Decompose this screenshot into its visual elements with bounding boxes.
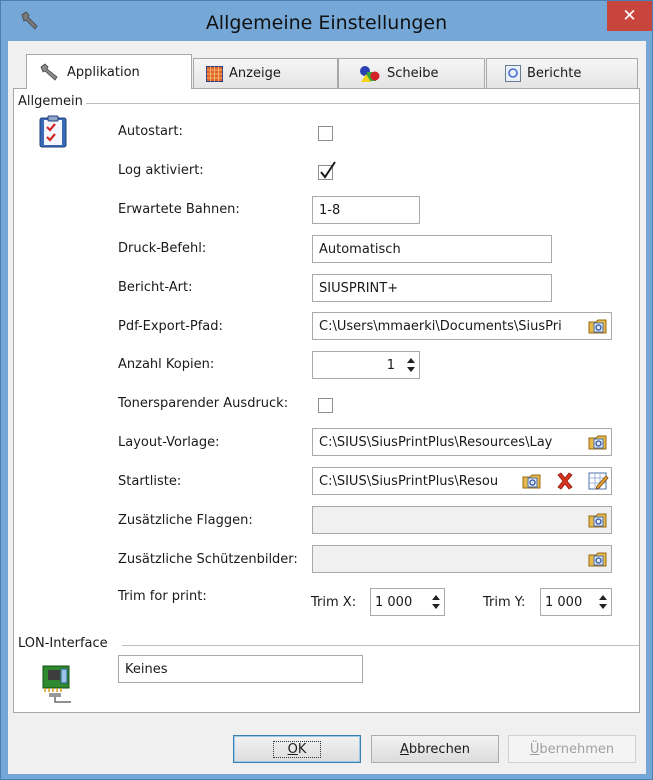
tab-panel-applikation: Allgemein Autostart: Log aktiviert: Erwa… — [13, 88, 640, 713]
report-icon — [505, 65, 521, 82]
trim-y-spinner[interactable]: 1 000 — [540, 588, 612, 616]
spinner-arrows-icon[interactable] — [431, 592, 441, 612]
network-card-icon — [42, 665, 71, 703]
kopien-label: Anzahl Kopien: — [118, 357, 215, 372]
kopien-value: 1 — [386, 357, 395, 373]
edit-table-icon[interactable] — [587, 470, 609, 492]
startliste-value: C:\SIUS\SiusPrintPlus\Resou — [319, 473, 499, 489]
trim-y-label: Trim Y: — [483, 595, 526, 610]
toner-checkbox[interactable] — [318, 398, 333, 413]
bahnen-label: Erwartete Bahnen: — [118, 202, 240, 217]
lon-interface-input[interactable]: Keines — [118, 655, 363, 683]
bahnen-input[interactable]: 1-8 — [312, 196, 420, 224]
group-title-lon: LON-Interface — [18, 636, 111, 651]
startliste-label: Startliste: — [118, 474, 182, 489]
tab-label: Berichte — [527, 66, 582, 81]
ok-button[interactable]: OK — [233, 735, 361, 763]
pdf-label: Pdf-Export-Pfad: — [118, 319, 223, 334]
log-label: Log aktiviert: — [118, 163, 204, 178]
trim-x-label: Trim X: — [311, 595, 357, 610]
grid-icon — [206, 65, 223, 82]
window-title: Allgemeine Einstellungen — [205, 12, 448, 34]
settings-window: Allgemeine Einstellungen ✕ Applikation A… — [0, 0, 653, 780]
pdf-value: C:\Users\mmaerki\Documents\SiusPri — [319, 318, 562, 334]
kopien-spinner[interactable]: 1 — [312, 351, 420, 379]
title-bar[interactable]: Allgemeine Einstellungen ✕ — [1, 1, 652, 41]
layout-label: Layout-Vorlage: — [118, 435, 220, 450]
browse-folder-icon[interactable] — [521, 470, 543, 492]
autostart-checkbox[interactable] — [318, 126, 333, 141]
cancel-label: Abbrechen — [399, 741, 471, 757]
tab-anzeige[interactable]: Anzeige — [193, 58, 338, 88]
layout-value: C:\SIUS\SiusPrintPlus\Resources\Lay — [319, 434, 553, 450]
autostart-label: Autostart: — [118, 124, 183, 139]
tab-applikation[interactable]: Applikation — [26, 54, 192, 89]
spinner-arrows-icon[interactable] — [598, 592, 608, 612]
checkmark-icon — [320, 161, 336, 179]
group-divider — [84, 103, 639, 104]
druck-input[interactable]: Automatisch — [312, 235, 552, 263]
tab-scheibe[interactable]: Scheibe — [338, 58, 485, 88]
log-checkbox[interactable] — [318, 161, 336, 180]
trim-label: Trim for print: — [118, 589, 207, 604]
bericht-input[interactable]: SIUSPRINT+ — [312, 274, 552, 302]
layout-input[interactable]: C:\SIUS\SiusPrintPlus\Resources\Lay — [312, 428, 612, 456]
ok-label: OK — [272, 740, 322, 758]
shapes-icon — [360, 65, 380, 82]
druck-label: Druck-Befehl: — [118, 241, 207, 256]
bericht-label: Bericht-Art: — [118, 280, 193, 295]
tab-label: Applikation — [67, 64, 140, 80]
toner-label: Tonersparender Ausdruck: — [118, 396, 289, 411]
wrench-icon — [40, 63, 58, 81]
pdf-input[interactable]: C:\Users\mmaerki\Documents\SiusPri — [312, 312, 612, 340]
browse-folder-icon[interactable] — [587, 548, 609, 570]
trim-x-spinner[interactable]: 1 000 — [370, 588, 445, 616]
tab-berichte[interactable]: Berichte — [486, 58, 638, 88]
apply-button[interactable]: Übernehmen — [508, 735, 636, 763]
dialog-body: Applikation Anzeige Scheibe Berichte All… — [8, 41, 646, 774]
browse-folder-icon[interactable] — [587, 509, 609, 531]
checklist-icon — [39, 115, 67, 148]
tab-label: Anzeige — [229, 66, 281, 81]
cancel-button[interactable]: Abbrechen — [371, 735, 499, 763]
schuetzen-input[interactable] — [312, 545, 612, 573]
schuetzen-label: Zusätzliche Schützenbilder: — [118, 552, 298, 567]
flaggen-input[interactable] — [312, 506, 612, 534]
apply-label: Übernehmen — [529, 741, 615, 757]
flaggen-label: Zusätzliche Flaggen: — [118, 513, 253, 528]
group-title-allgemein: Allgemein — [18, 94, 86, 109]
browse-folder-icon[interactable] — [587, 431, 609, 453]
tab-label: Scheibe — [387, 66, 439, 81]
spinner-arrows-icon[interactable] — [406, 355, 416, 375]
group-divider — [122, 645, 639, 646]
close-button[interactable]: ✕ — [607, 1, 652, 31]
browse-folder-icon[interactable] — [587, 315, 609, 337]
delete-icon[interactable] — [554, 470, 576, 492]
